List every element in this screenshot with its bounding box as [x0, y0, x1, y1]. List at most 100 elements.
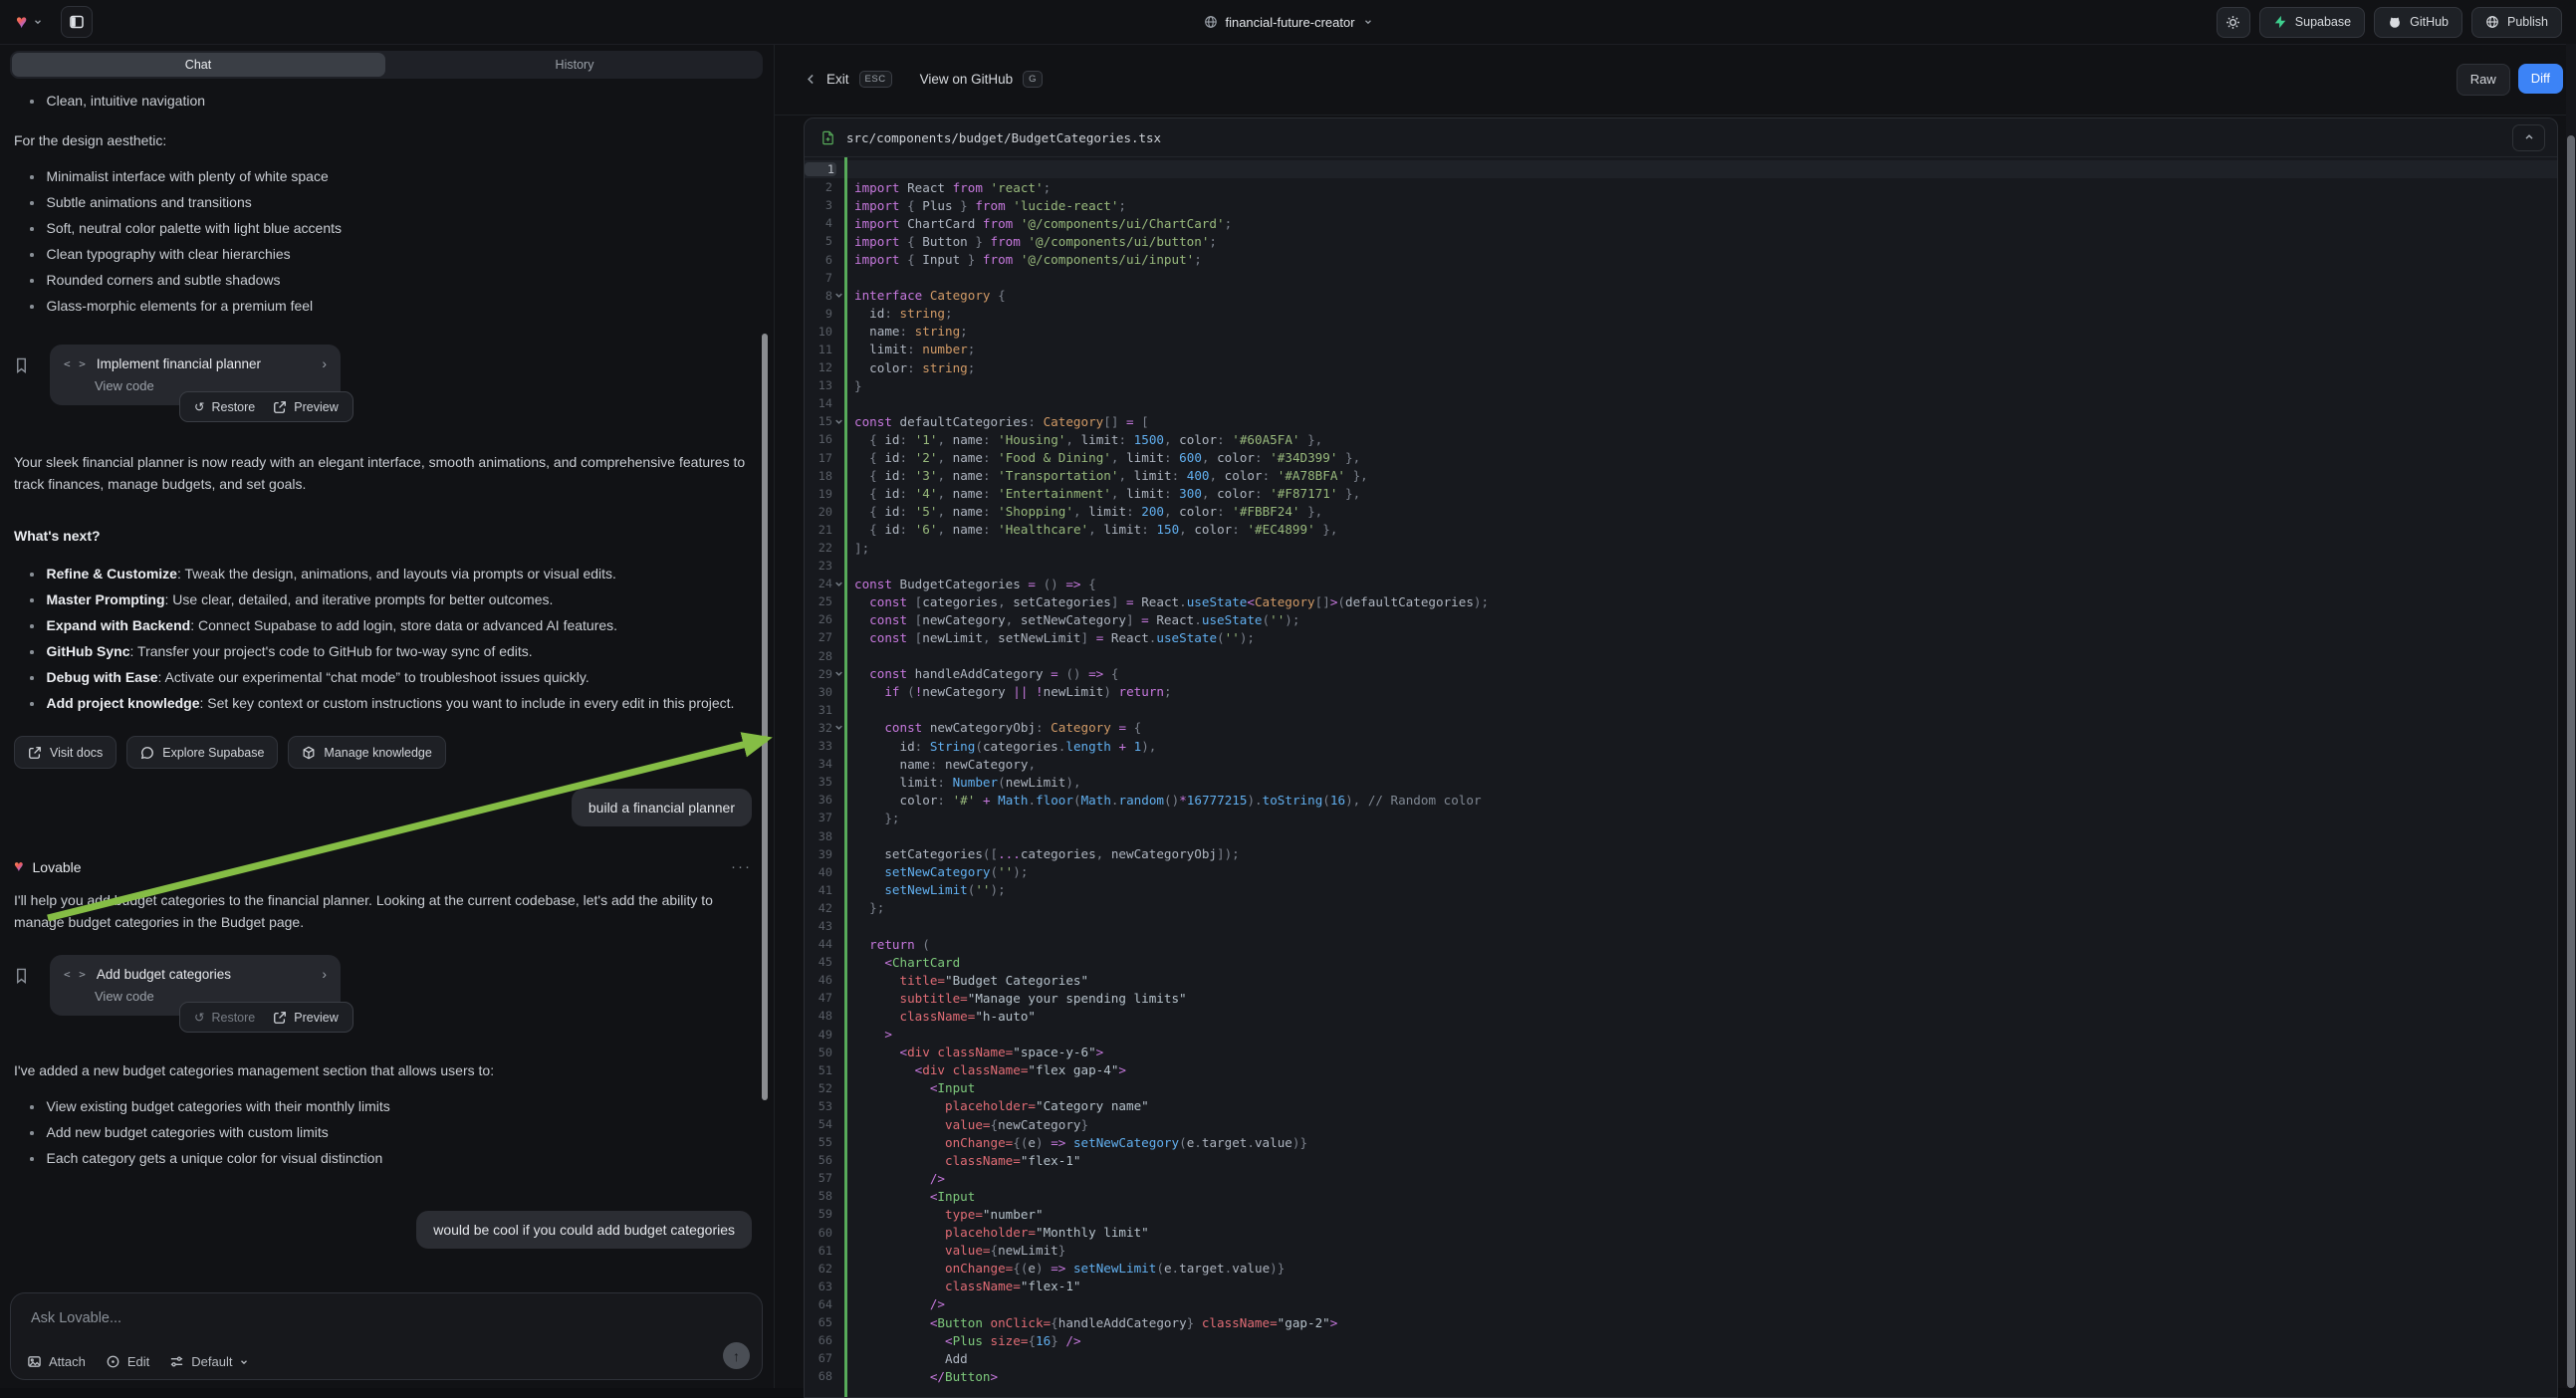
code-line-content: { id: '4', name: 'Entertainment', limit:… — [844, 486, 1360, 501]
code-line-content: > — [844, 1027, 892, 1042]
code-line: 11 limit: number; — [805, 341, 2557, 358]
action-button-label: Visit docs — [50, 746, 103, 760]
line-number: 25 — [805, 594, 832, 608]
line-number: 66 — [805, 1333, 832, 1347]
section-heading: What's next? — [14, 525, 752, 547]
code-line: 37 }; — [805, 809, 2557, 826]
bookmark-icon[interactable] — [14, 356, 29, 374]
line-number: 15 — [805, 414, 832, 428]
logo-chevron-down-icon[interactable] — [33, 17, 43, 27]
bullet-dot-icon — [30, 279, 34, 283]
code-line: 53 placeholder="Category name" — [805, 1097, 2557, 1115]
code-line: 31 — [805, 701, 2557, 719]
list-item: Master Prompting: Use clear, detailed, a… — [14, 588, 752, 610]
code-line-content: subtitle="Manage your spending limits" — [844, 991, 1187, 1006]
code-line-content: limit: Number(newLimit), — [844, 775, 1081, 790]
preview-button[interactable]: Preview — [273, 400, 338, 414]
code-line: 3import { Plus } from 'lucide-react'; — [805, 196, 2557, 214]
list-item-text: Add new budget categories with custom li… — [47, 1121, 329, 1143]
code-line-content: <Input — [844, 1080, 975, 1095]
window-scrollbar[interactable] — [2566, 44, 2576, 1388]
code-line: 18 { id: '3', name: 'Transportation', li… — [805, 467, 2557, 485]
fold-chevron-icon[interactable] — [832, 291, 844, 300]
code-line: 38 — [805, 826, 2557, 844]
code-line-content: color: '#' + Math.floor(Math.random()*16… — [844, 793, 1482, 808]
code-line-content: name: newCategory, — [844, 757, 1036, 772]
raw-button[interactable]: Raw — [2457, 64, 2510, 96]
chat-input[interactable] — [29, 1305, 702, 1331]
manage-knowledge-button[interactable]: Manage knowledge — [288, 736, 445, 769]
chevron-right-icon: › — [322, 966, 327, 982]
explore-supabase-button[interactable]: Explore Supabase — [126, 736, 278, 769]
github-button[interactable]: GitHub — [2374, 7, 2462, 38]
github-icon — [2388, 15, 2402, 29]
quick-actions-row: Visit docs Explore Supabase Manage knowled… — [14, 736, 752, 769]
line-number: 47 — [805, 991, 832, 1005]
chevron-down-icon — [239, 1357, 249, 1367]
list-item: Glass-morphic elements for a premium fee… — [14, 295, 752, 317]
settings-button[interactable] — [2217, 7, 2250, 38]
diff-button[interactable]: Diff — [2518, 64, 2563, 94]
code-line: 27 const [newLimit, setNewLimit] = React… — [805, 628, 2557, 646]
view-on-github-button[interactable]: View on GitHub — [920, 72, 1014, 87]
list-item-text: Soft, neutral color palette with light b… — [47, 217, 343, 239]
line-number: 5 — [805, 234, 832, 248]
line-number: 4 — [805, 216, 832, 230]
sidebar-toggle-button[interactable] — [61, 6, 93, 38]
tool-card-title: Add budget categories — [97, 967, 231, 982]
list-item: GitHub Sync: Transfer your project's cod… — [14, 640, 752, 662]
line-number: 16 — [805, 432, 832, 446]
bookmark-icon[interactable] — [14, 967, 29, 985]
code-line-content: className="flex-1" — [844, 1279, 1081, 1293]
preview-button[interactable]: Preview — [273, 1011, 338, 1025]
visit-docs-button[interactable]: Visit docs — [14, 736, 117, 769]
lovable-logo-icon[interactable]: ♥ — [16, 13, 27, 32]
list-item-text: Each category gets a unique color for vi… — [47, 1147, 383, 1169]
collapse-file-button[interactable] — [2512, 124, 2545, 151]
fold-chevron-icon[interactable] — [832, 580, 844, 588]
code-line-content: import { Input } from '@/components/ui/i… — [844, 252, 1202, 267]
user-message-row: would be cool if you could add budget ca… — [14, 1211, 752, 1249]
fold-chevron-icon[interactable] — [832, 723, 844, 732]
code-line-content: const BudgetCategories = () => { — [844, 577, 1096, 591]
exit-button[interactable]: Exit — [826, 72, 849, 87]
line-number: 19 — [805, 487, 832, 501]
code-line: 62 onChange={(e) => setNewLimit(e.target… — [805, 1260, 2557, 1278]
assistant-paragraph: Your sleek financial planner is now read… — [14, 451, 752, 495]
line-number: 67 — [805, 1351, 832, 1365]
back-chevron-icon[interactable] — [805, 73, 818, 86]
supabase-button[interactable]: Supabase — [2259, 7, 2365, 38]
line-number: 26 — [805, 612, 832, 626]
line-number: 61 — [805, 1244, 832, 1258]
bullet-dot-icon — [30, 650, 34, 654]
attach-button[interactable]: Attach — [27, 1354, 86, 1369]
tool-card-wrap: < >Add budget categories›View code↺Resto… — [50, 955, 341, 1016]
edit-button[interactable]: Edit — [106, 1354, 149, 1369]
fold-chevron-icon[interactable] — [832, 669, 844, 678]
chat-scrollbar[interactable] — [762, 334, 768, 1100]
bullet-list: View existing budget categories with the… — [14, 1095, 752, 1169]
mode-selector[interactable]: Default — [169, 1354, 249, 1369]
project-selector[interactable]: financial-future-creator — [1203, 0, 1372, 44]
external-link-icon — [28, 746, 42, 760]
line-number: 64 — [805, 1297, 832, 1311]
tab-history[interactable]: History — [386, 51, 763, 79]
line-number: 56 — [805, 1153, 832, 1167]
restore-button[interactable]: ↺Restore — [194, 1010, 255, 1025]
fold-chevron-icon[interactable] — [832, 417, 844, 426]
message-menu-button[interactable]: ··· — [731, 858, 752, 875]
code-line-content: name: string; — [844, 324, 968, 339]
bullet-dot-icon — [30, 201, 34, 205]
restore-button[interactable]: ↺Restore — [194, 399, 255, 414]
code-line: 30 if (!newCategory || !newLimit) return… — [805, 683, 2557, 701]
code-viewer-panel: Exit ESC View on GitHub G Raw Diff src/c… — [774, 44, 2576, 1388]
code-line: 59 type="number" — [805, 1205, 2557, 1223]
window-scrollbar-thumb[interactable] — [2567, 135, 2575, 1388]
publish-button[interactable]: Publish — [2471, 7, 2562, 38]
code-line-content: className="h-auto" — [844, 1009, 1036, 1024]
code-line: 32 const newCategoryObj: Category = { — [805, 719, 2557, 737]
send-button[interactable]: ↑ — [723, 1342, 750, 1369]
tab-chat[interactable]: Chat — [10, 51, 386, 79]
line-number: 11 — [805, 343, 832, 356]
code-line: 65 <Button onClick={handleAddCategory} c… — [805, 1313, 2557, 1331]
